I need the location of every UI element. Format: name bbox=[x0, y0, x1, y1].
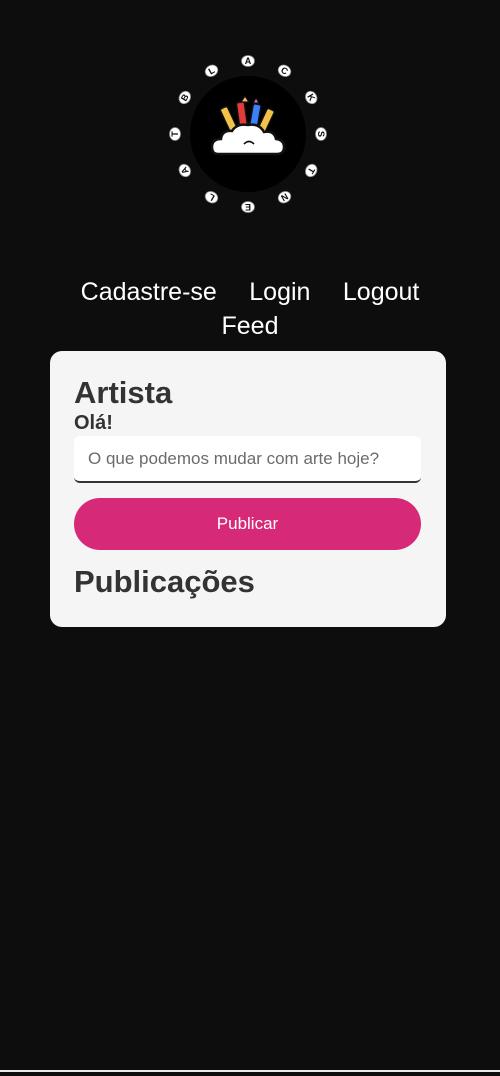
logo-letter: S bbox=[316, 131, 326, 137]
main-nav: Cadastre-se Login Logout Feed bbox=[0, 277, 500, 345]
nav-row-primary: Cadastre-se Login Logout bbox=[0, 277, 500, 311]
logo-letter-badge: T bbox=[169, 127, 181, 141]
publish-button[interactable]: Publicar bbox=[74, 498, 421, 550]
logo-letter: A bbox=[245, 56, 252, 66]
logo-letter: T bbox=[170, 131, 180, 137]
logo-letter-badge: S bbox=[315, 127, 327, 141]
artist-title: Artista bbox=[74, 375, 173, 410]
nav-link-logout[interactable]: Logout bbox=[343, 277, 419, 307]
nav-link-signup[interactable]: Cadastre-se bbox=[81, 277, 217, 307]
nav-link-login[interactable]: Login bbox=[249, 277, 310, 307]
logo-letter: E bbox=[245, 202, 251, 212]
post-input[interactable] bbox=[74, 436, 421, 483]
logo-graphic: ACKSTNELATBL bbox=[169, 55, 327, 213]
feed-card: Artista Olá! Publicar Publicações bbox=[50, 351, 446, 627]
logo-letter-badge: E bbox=[241, 201, 255, 213]
logo-letter-badge: A bbox=[241, 55, 255, 67]
bottom-divider bbox=[0, 1070, 500, 1072]
publications-title: Publicações bbox=[74, 564, 255, 599]
nav-row-secondary: Feed bbox=[0, 311, 500, 345]
nav-link-feed[interactable]: Feed bbox=[222, 311, 279, 341]
greeting-text: Olá! bbox=[74, 412, 113, 434]
logo: ACKSTNELATBL bbox=[140, 50, 360, 230]
